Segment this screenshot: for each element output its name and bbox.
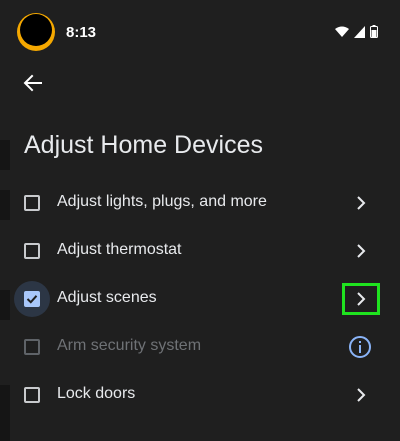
option-label: Adjust thermostat xyxy=(57,241,182,258)
checkbox[interactable] xyxy=(24,195,40,211)
cellular-signal-icon xyxy=(354,25,365,38)
info-icon xyxy=(349,336,371,358)
chevron-button[interactable] xyxy=(342,283,380,315)
avatar-icon xyxy=(17,13,55,51)
checkbox xyxy=(24,339,40,355)
checkbox-wrap[interactable] xyxy=(14,185,50,221)
chevron-right-icon xyxy=(357,244,366,258)
chevron-button[interactable] xyxy=(342,235,380,267)
wifi-icon xyxy=(335,26,349,37)
avatar xyxy=(16,12,56,52)
chevron-right-icon xyxy=(357,388,366,402)
option-row-lock-doors[interactable]: Lock doors xyxy=(0,371,400,419)
info-button[interactable] xyxy=(346,333,374,361)
status-time: 8:13 xyxy=(66,24,97,41)
checkbox[interactable] xyxy=(24,291,40,307)
option-row-thermostat[interactable]: Adjust thermostat xyxy=(0,227,400,275)
checkbox-wrap xyxy=(14,329,50,365)
status-bar: 8:13 xyxy=(0,0,400,62)
option-row-scenes[interactable]: Adjust scenes xyxy=(0,275,400,323)
option-row-lights[interactable]: Adjust lights, plugs, and more xyxy=(0,179,400,227)
chevron-right-icon xyxy=(357,292,366,306)
checkbox-wrap[interactable] xyxy=(14,281,50,317)
page-title: Adjust Home Devices xyxy=(24,131,263,159)
arrow-back-icon xyxy=(23,74,42,92)
option-row-security[interactable]: Arm security system xyxy=(0,323,400,371)
option-label: Arm security system xyxy=(57,337,202,354)
option-label: Adjust lights, plugs, and more xyxy=(57,193,267,210)
checkbox[interactable] xyxy=(24,387,40,403)
checkbox-wrap[interactable] xyxy=(14,377,50,413)
option-label: Lock doors xyxy=(57,385,136,402)
background-edge xyxy=(0,140,10,170)
check-icon xyxy=(26,295,38,304)
option-label: Adjust scenes xyxy=(57,289,157,306)
chevron-right-icon xyxy=(357,196,366,210)
back-button[interactable] xyxy=(14,64,52,102)
status-icons xyxy=(335,25,378,38)
checkbox-wrap[interactable] xyxy=(14,233,50,269)
screen: 8:13 Adjust Home Devices Adjust lights, … xyxy=(0,0,400,441)
checkbox[interactable] xyxy=(24,243,40,259)
chevron-button[interactable] xyxy=(342,187,380,219)
battery-icon xyxy=(370,25,378,38)
chevron-button[interactable] xyxy=(342,379,380,411)
